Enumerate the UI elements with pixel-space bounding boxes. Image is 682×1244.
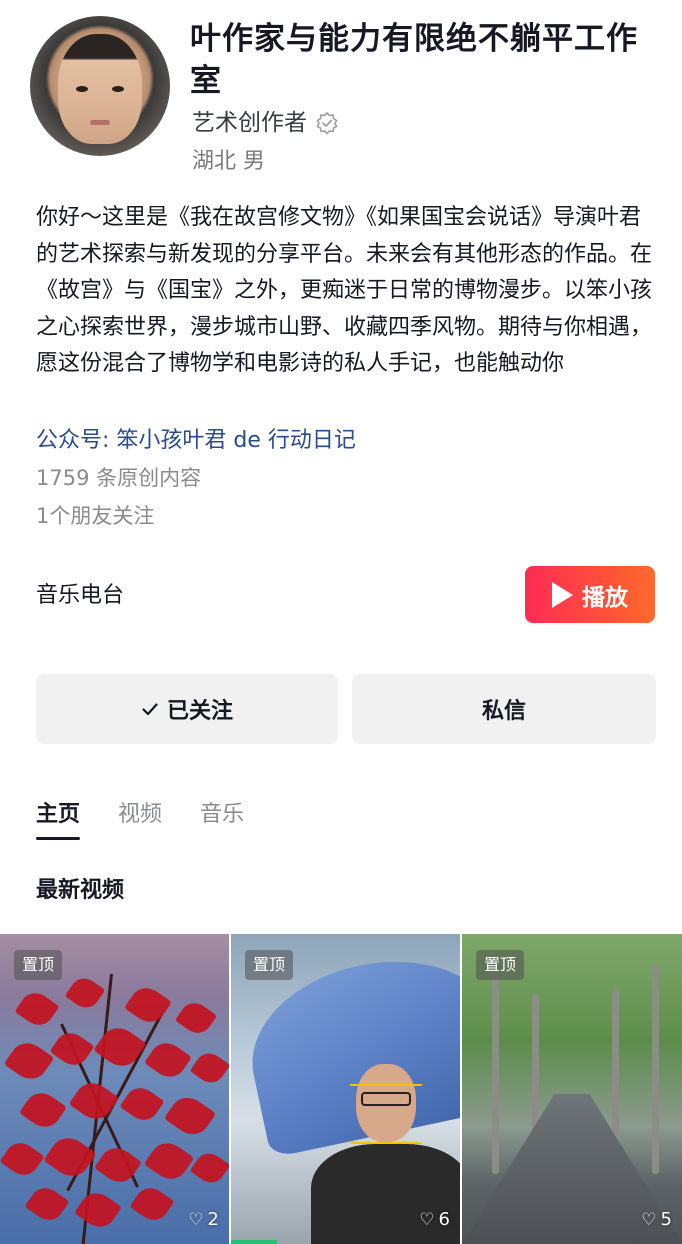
avatar-eye bbox=[112, 86, 124, 92]
original-content-count: 1759 条原创内容 bbox=[36, 466, 202, 490]
friends-following[interactable]: 1个朋友关注 bbox=[36, 500, 154, 532]
message-label: 私信 bbox=[481, 699, 526, 724]
music-radio-label: 音乐电台 bbox=[36, 583, 125, 608]
avatar-mouth bbox=[90, 120, 110, 125]
video-tile[interactable]: 置顶 ♡ 5 bbox=[462, 934, 682, 1244]
heart-icon: ♡ bbox=[188, 1209, 204, 1230]
tab-music[interactable]: 音乐 bbox=[200, 798, 244, 832]
tree-trunk bbox=[492, 974, 499, 1174]
check-icon bbox=[142, 703, 158, 716]
profile-bio: 你好～这里是《我在故宫修文物》《如果国宝会说话》导演叶君的艺术探索与新发现的分享… bbox=[36, 205, 653, 376]
verified-badge-icon[interactable] bbox=[315, 111, 339, 135]
like-count: ♡ 5 bbox=[641, 1209, 672, 1230]
tab-home[interactable]: 主页 bbox=[36, 798, 81, 840]
video-tile[interactable]: 置顶 ♡ 2 bbox=[0, 934, 229, 1244]
video-grid: 置顶 ♡ 2 置顶 ♡ 6 置顶 ♡ 5 bbox=[0, 934, 682, 1244]
avatar-eye bbox=[76, 86, 88, 92]
heart-icon: ♡ bbox=[641, 1209, 657, 1230]
avatar-face bbox=[58, 34, 142, 144]
profile-location: 湖北 男 bbox=[192, 149, 265, 174]
profile-tabs: 主页 视频 音乐 bbox=[36, 798, 282, 840]
tree-trunk bbox=[652, 964, 659, 1174]
video-tile[interactable]: 置顶 ♡ 6 bbox=[231, 934, 460, 1244]
profile-header: 叶作家与能力有限绝不躺平工作室 艺术创作者 湖北 男 bbox=[0, 0, 682, 190]
profile-name: 叶作家与能力有限绝不躺平工作室 bbox=[190, 21, 638, 99]
play-button[interactable]: 播放 bbox=[525, 566, 655, 623]
tab-videos[interactable]: 视频 bbox=[118, 798, 162, 832]
pinned-badge: 置顶 bbox=[245, 950, 294, 980]
play-icon bbox=[552, 581, 573, 608]
like-count: ♡ 6 bbox=[419, 1209, 450, 1230]
play-label: 播放 bbox=[582, 584, 628, 611]
focus-frame-icon bbox=[349, 1084, 423, 1144]
creator-role-label: 艺术创作者 bbox=[192, 110, 307, 136]
followed-button[interactable]: 已关注 bbox=[36, 674, 338, 744]
latest-videos-title: 最新视频 bbox=[36, 878, 125, 903]
heart-icon: ♡ bbox=[419, 1209, 435, 1230]
pinned-badge: 置顶 bbox=[14, 950, 63, 980]
progress-indicator bbox=[231, 1240, 277, 1244]
avatar[interactable] bbox=[30, 16, 170, 156]
pinned-badge: 置顶 bbox=[476, 950, 525, 980]
wechat-link[interactable]: 公众号: 笨小孩叶君 de 行动日记 bbox=[36, 424, 356, 458]
followed-label: 已关注 bbox=[166, 699, 233, 724]
creator-role: 艺术创作者 bbox=[192, 108, 339, 138]
message-button[interactable]: 私信 bbox=[352, 674, 656, 744]
like-count: ♡ 2 bbox=[188, 1209, 219, 1230]
